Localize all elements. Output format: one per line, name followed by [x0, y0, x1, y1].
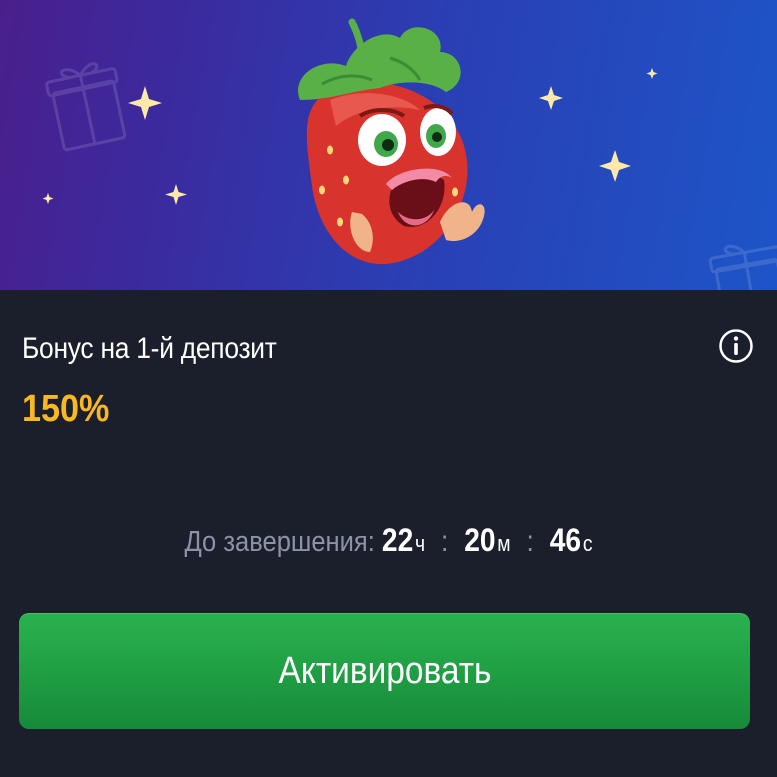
bonus-card: Бонус на 1-й депозит 150% До завершения:…: [0, 290, 777, 777]
strawberry-mascot: [298, 18, 485, 265]
sparkle-icon: [646, 68, 658, 79]
timer-separator: :: [526, 525, 534, 558]
timer-hours: 22: [381, 522, 414, 558]
gift-icon: [708, 244, 777, 290]
promo-banner: [0, 0, 777, 290]
timer-label: До завершения:: [184, 526, 375, 558]
sparkle-icon: [165, 184, 187, 205]
bonus-title: Бонус на 1-й депозит: [22, 332, 277, 365]
info-icon[interactable]: [718, 328, 754, 364]
countdown-timer: До завершения: 22ч : 20м : 46с: [47, 522, 731, 559]
bonus-percent: 150%: [22, 388, 110, 430]
timer-seconds: 46: [549, 522, 582, 558]
activate-button[interactable]: Активировать: [19, 613, 750, 729]
gift-icon: [45, 62, 127, 152]
sparkle-icon: [128, 86, 162, 120]
sparkle-icon: [539, 86, 563, 110]
sparkle-icon: [599, 150, 631, 182]
timer-hours-unit: ч: [414, 531, 426, 556]
sparkle-icon: [42, 193, 54, 204]
activate-button-label: Активировать: [278, 649, 491, 692]
banner-art: [42, 18, 777, 290]
timer-minutes: 20: [464, 522, 496, 558]
timer-separator: :: [440, 525, 449, 558]
timer-seconds-unit: с: [582, 531, 593, 556]
timer-minutes-unit: м: [497, 531, 511, 556]
